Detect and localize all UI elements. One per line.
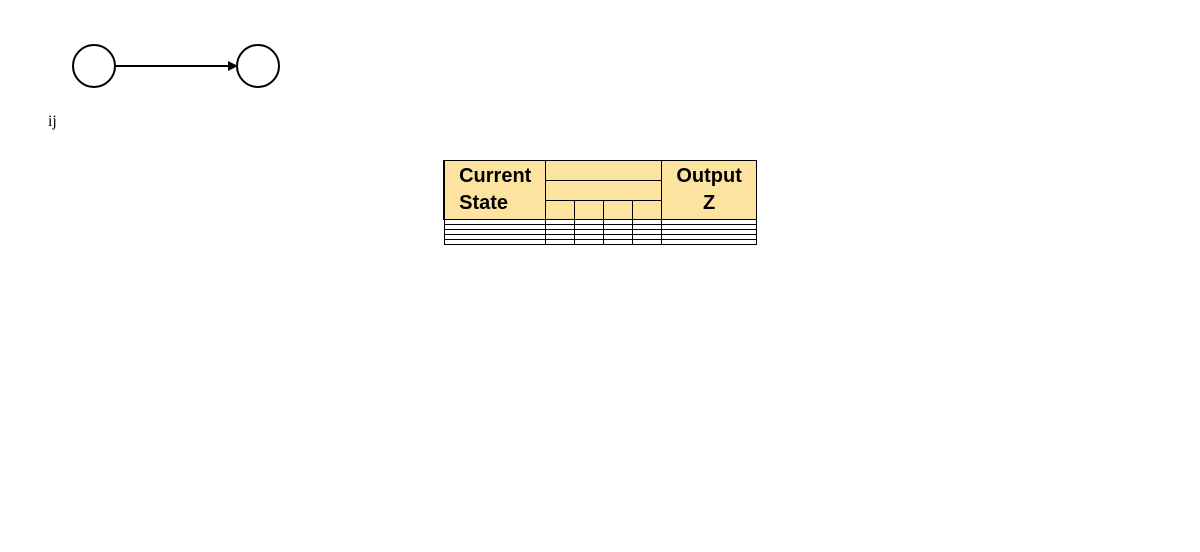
header-next-state xyxy=(546,161,662,181)
transition-diagram xyxy=(72,36,1152,96)
header-col-00 xyxy=(546,200,575,220)
cell xyxy=(633,240,662,245)
state-to-circle xyxy=(236,44,280,88)
state-from-circle xyxy=(72,44,116,88)
cell xyxy=(575,240,604,245)
arrow-head-icon xyxy=(228,61,238,71)
header-output: OutputZ xyxy=(662,161,757,220)
header-inputs xyxy=(546,181,662,201)
header-current-state: CurrentState xyxy=(444,161,546,220)
header-col-01 xyxy=(575,200,604,220)
problem-text-line3: ij xyxy=(48,100,1152,132)
table-row xyxy=(444,240,756,245)
cell-state xyxy=(444,240,546,245)
header-col-11 xyxy=(604,200,633,220)
arrow-line xyxy=(116,65,236,67)
transition-arrow xyxy=(116,46,236,86)
cell xyxy=(604,240,633,245)
where-sub-j: j xyxy=(52,113,56,130)
state-transition-table: CurrentState OutputZ xyxy=(443,160,757,245)
cell-z xyxy=(662,240,757,245)
header-col-10 xyxy=(633,200,662,220)
cell xyxy=(546,240,575,245)
table-header-row-1: CurrentState OutputZ xyxy=(444,161,756,181)
state-table-container: CurrentState OutputZ xyxy=(48,160,1152,249)
